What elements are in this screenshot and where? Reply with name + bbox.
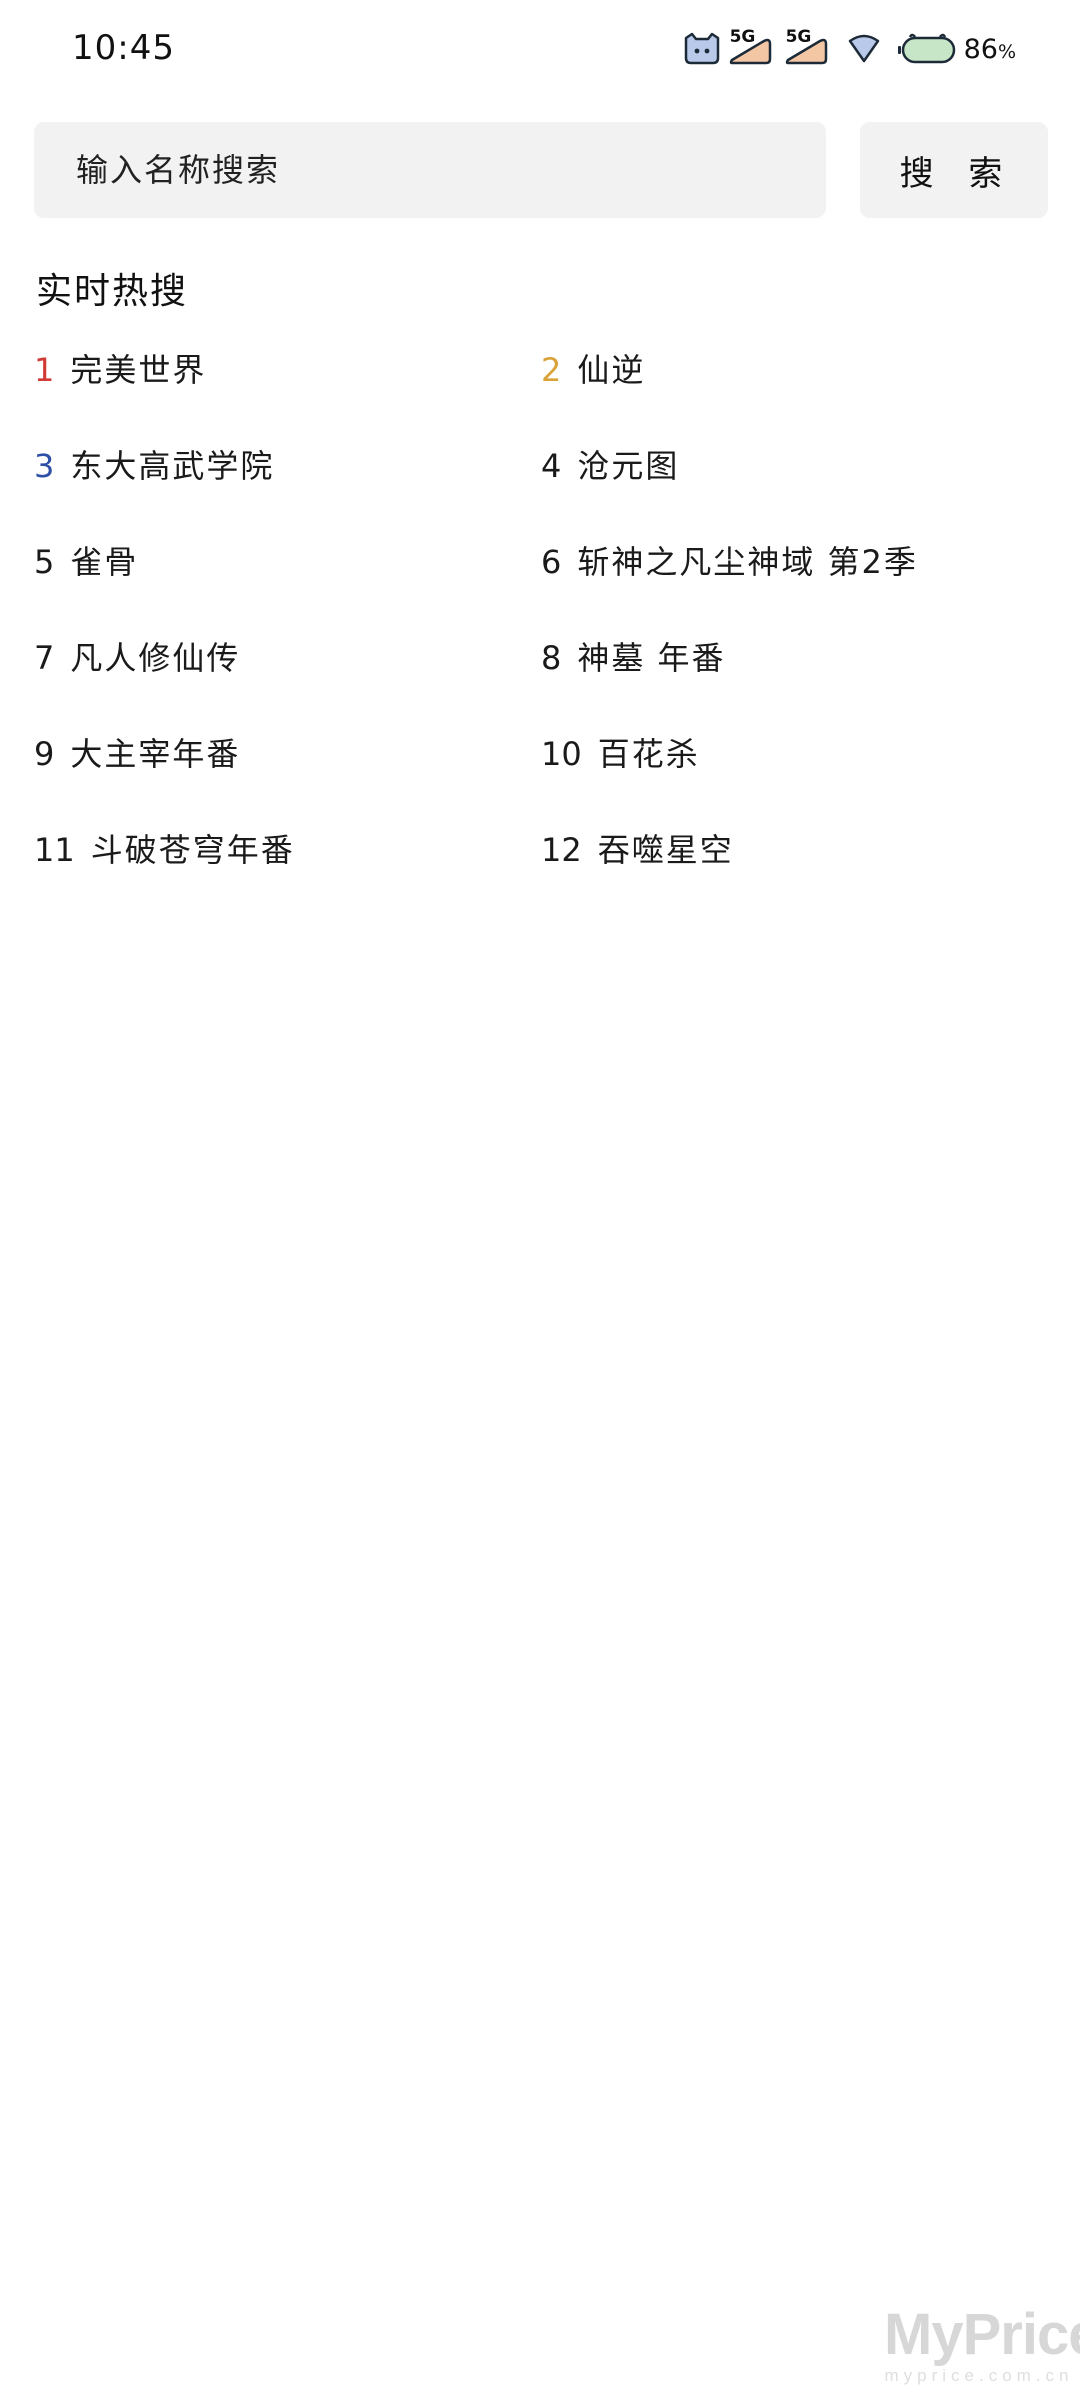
hot-search-name: 完美世界 xyxy=(70,351,207,389)
hot-search-name: 斩神之凡尘神域 第2季 xyxy=(577,543,918,581)
hot-search-rank: 3 xyxy=(34,447,55,485)
hot-search-item[interactable]: 4 沧元图 xyxy=(541,442,1044,538)
signal-icon-sim1: 5G xyxy=(726,27,776,69)
hot-search-rank: 2 xyxy=(541,351,562,389)
battery-percent: 86 xyxy=(963,33,998,65)
hot-search-item[interactable]: 1 完美世界 xyxy=(34,346,541,442)
hot-search-name: 斗破苍穹年番 xyxy=(90,831,295,869)
hot-search-item[interactable]: 7 凡人修仙传 xyxy=(34,634,541,730)
hot-search-item[interactable]: 11 斗破苍穹年番 xyxy=(34,826,541,922)
hot-search-item[interactable]: 8 神墓 年番 xyxy=(541,634,1044,730)
hot-search-title: 实时热搜 xyxy=(36,271,189,312)
battery-icon xyxy=(897,33,955,64)
hot-search-rank: 4 xyxy=(541,447,562,485)
hot-search-item[interactable]: 3 东大高武学院 xyxy=(34,442,541,538)
hot-search-name: 沧元图 xyxy=(577,447,680,485)
hot-search-name: 雀骨 xyxy=(70,543,139,581)
battery-unit: % xyxy=(997,40,1016,63)
hot-search-item[interactable]: 5 雀骨 xyxy=(34,538,541,634)
hot-search-name: 神墓 年番 xyxy=(577,639,726,677)
hot-search-rank: 7 xyxy=(34,639,55,677)
watermark: MyPrice myprice.com.cn xyxy=(884,2302,1080,2386)
battery-level: 86% xyxy=(964,34,1016,65)
watermark-logo: MyPrice xyxy=(884,2302,1080,2367)
hot-search-name: 东大高武学院 xyxy=(70,447,275,485)
hot-search-name: 仙逆 xyxy=(577,351,646,389)
hot-search-name: 大主宰年番 xyxy=(70,735,241,773)
hot-search-rank: 9 xyxy=(34,735,55,773)
hot-search-rank: 8 xyxy=(541,639,562,677)
hot-search-rank: 6 xyxy=(541,543,562,581)
cat-face-icon xyxy=(684,32,719,65)
watermark-url: myprice.com.cn xyxy=(884,2366,1074,2385)
hot-search-list: 1 完美世界 2 仙逆 3 东大高武学院 4 沧元图 5 雀骨 6 斩神之凡尘神域 第2季 7 凡人修仙传… xyxy=(34,346,1044,922)
hot-search-item[interactable]: 10 百花杀 xyxy=(541,730,1044,826)
hot-search-name: 吞噬星空 xyxy=(597,831,734,869)
status-icons: 5G 5G 86% xyxy=(682,26,1016,72)
search-input[interactable] xyxy=(74,150,826,190)
hot-search-rank: 11 xyxy=(34,831,75,869)
status-bar: 10:45 5G 5G 86% xyxy=(0,0,1080,100)
hot-search-name: 凡人修仙传 xyxy=(70,639,241,677)
hot-search-rank: 5 xyxy=(34,543,55,581)
hot-search-rank: 12 xyxy=(541,831,582,869)
hot-search-item[interactable]: 9 大主宰年番 xyxy=(34,730,541,826)
hot-search-item[interactable]: 2 仙逆 xyxy=(541,346,1044,442)
search-box xyxy=(34,122,826,218)
hot-search-item[interactable]: 12 吞噬星空 xyxy=(541,826,1044,922)
hot-search-name: 百花杀 xyxy=(597,735,700,773)
signal-icon-sim2: 5G xyxy=(782,27,832,69)
hot-search-rank: 1 xyxy=(34,351,55,389)
wifi-icon xyxy=(848,34,879,63)
hot-search-rank: 10 xyxy=(541,735,582,773)
hot-search-item[interactable]: 6 斩神之凡尘神域 第2季 xyxy=(541,538,1044,634)
status-time: 10:45 xyxy=(72,28,175,68)
search-button[interactable]: 搜 索 xyxy=(860,122,1048,218)
